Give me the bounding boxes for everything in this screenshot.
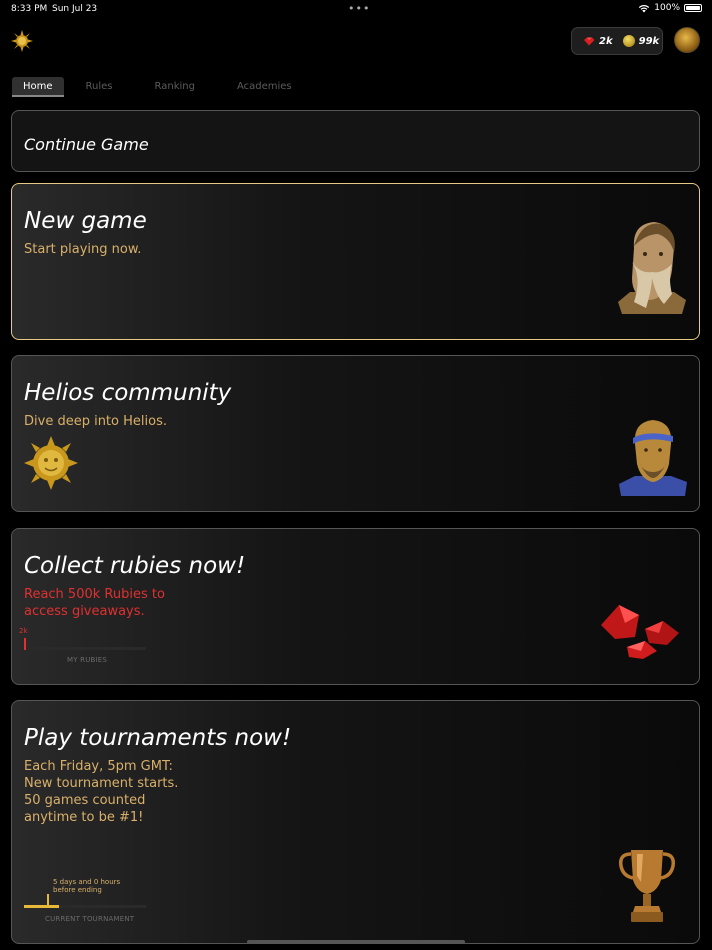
sun-logo-icon[interactable] [11,30,33,52]
home-indicator[interactable] [247,940,465,944]
rubies-progress-track [24,647,146,650]
rubies-count: 2k [599,35,613,47]
tournament-line-1: Each Friday, 5pm GMT: [24,759,173,774]
tournament-time-line-1: 5 days and 0 hours [53,878,121,886]
tournament-progress-track [24,905,146,908]
rubies-subtitle-line-2: access giveaways. [24,604,145,619]
battery-percent: 100% [654,3,680,13]
tab-academies[interactable]: Academies [226,77,303,97]
collect-rubies-title: Collect rubies now! [24,553,246,579]
continue-game-card[interactable]: Continue Game [11,110,700,172]
wifi-icon [639,4,650,12]
collect-rubies-card[interactable]: Collect rubies now! Reach 500k Rubies to… [11,528,700,685]
status-time: 8:33 PM [11,4,48,14]
helios-community-subtitle: Dive deep into Helios. [24,414,167,429]
tournament-progress-fill [24,905,60,908]
tournaments-description: Each Friday, 5pm GMT: New tournament sta… [24,758,178,826]
new-game-card[interactable]: New game Start playing now. [11,183,700,340]
helios-community-card[interactable]: Helios community Dive deep into Helios. [11,355,700,512]
continue-game-title: Continue Game [24,135,149,154]
rubies-progress-fill [24,647,26,650]
sun-face-emblem-icon [24,436,78,490]
tab-home[interactable]: Home [12,77,64,97]
currency-balance[interactable]: 2k 99k [571,27,663,55]
status-bar: 8:33 PM Sun Jul 23 ••• 100% [0,0,712,18]
tournament-line-2: New tournament starts. [24,776,179,791]
multitask-dots[interactable]: ••• [348,2,370,15]
rubies-subtitle-line-1: Reach 500k Rubies to [24,587,165,602]
ruby-icon [584,37,595,45]
golden-warrior-bust-image [619,420,687,496]
tournaments-card[interactable]: Play tournaments now! Each Friday, 5pm G… [11,700,700,944]
helios-community-title: Helios community [24,380,232,406]
tournaments-title: Play tournaments now! [24,725,292,751]
avatar[interactable] [674,27,700,53]
tab-ranking[interactable]: Ranking [144,77,206,97]
tournament-progress-caption: CURRENT TOURNAMENT [45,915,135,923]
tournament-time-remaining: 5 days and 0 hours before ending [53,878,143,894]
rubies-image [601,605,679,659]
tab-bar: Home Rules Ranking Academies [12,77,323,97]
bearded-sage-bust-image [618,222,686,314]
trophy-icon [618,850,676,922]
rubies-progress-value: 2k [19,627,28,635]
tournament-time-line-2: before ending [53,886,102,894]
tournament-line-4: anytime to be #1! [24,810,144,825]
battery-icon [684,4,702,12]
coin-icon [622,35,635,47]
tournament-line-3: 50 games counted [24,793,146,808]
new-game-subtitle: Start playing now. [24,242,142,257]
rubies-progress-caption: MY RUBIES [67,656,108,664]
collect-rubies-subtitle: Reach 500k Rubies to access giveaways. [24,586,165,620]
tab-rules[interactable]: Rules [75,77,124,97]
new-game-title: New game [24,208,147,234]
coins-count: 99k [638,35,660,47]
status-date: Sun Jul 23 [52,4,98,14]
